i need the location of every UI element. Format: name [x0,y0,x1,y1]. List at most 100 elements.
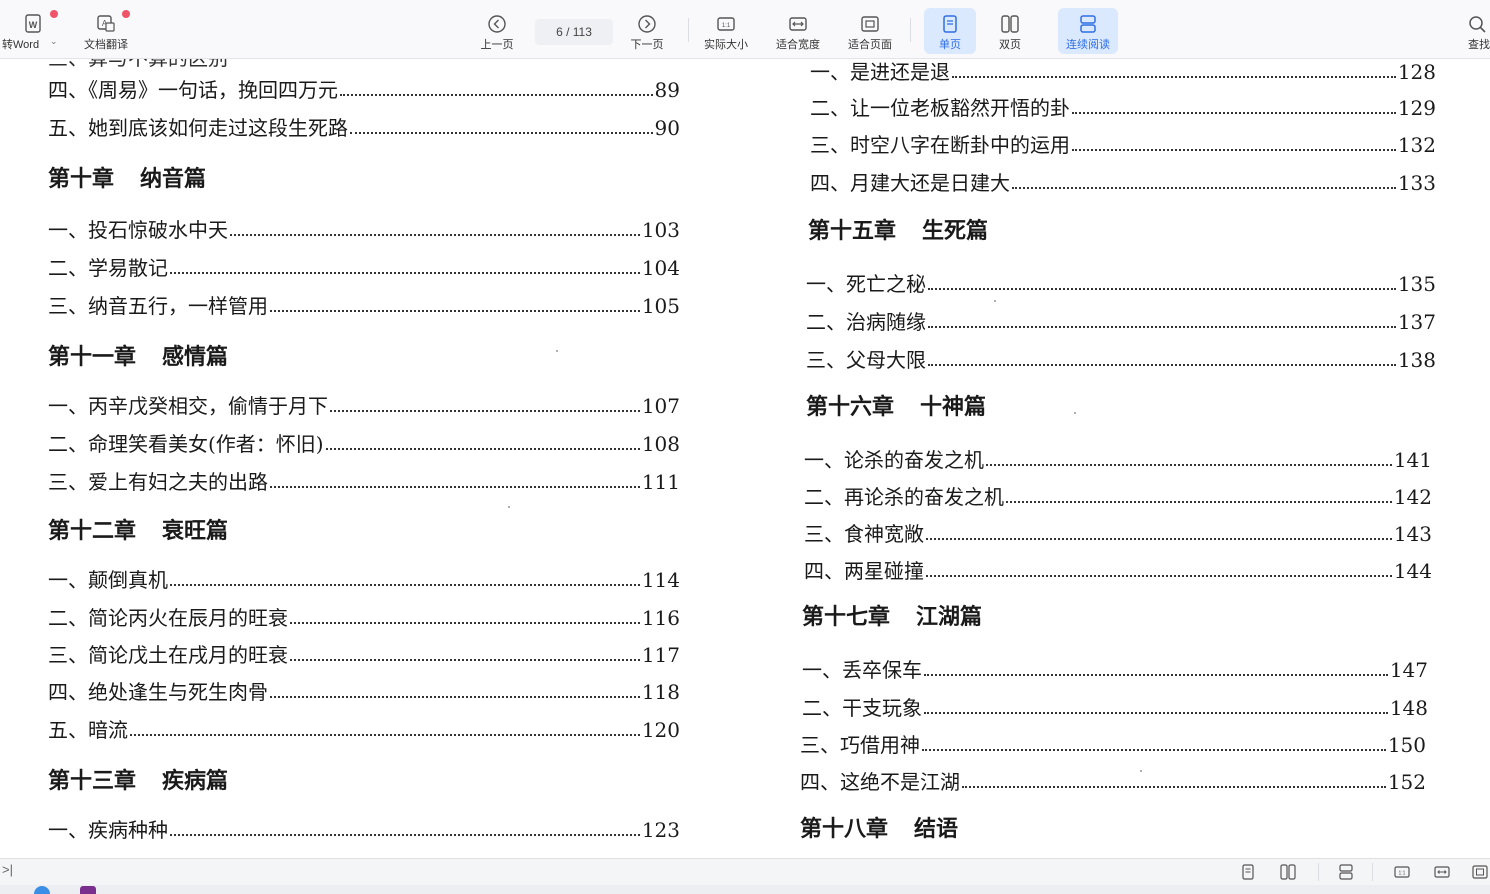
toc-entry[interactable]: 四、绝处逢生与死生肉骨 118 [48,680,680,704]
toc-entry[interactable]: 二、治病随缘 137 [806,310,1436,334]
toc-entry[interactable]: 一、丢卒保车 147 [802,658,1428,682]
toc-entry[interactable]: 三、父母大限 138 [806,348,1436,372]
continuous-reading-button[interactable]: 连续阅读 [1058,8,1118,54]
toc-entry[interactable]: 二、让一位老板豁然开悟的卦 129 [810,96,1436,120]
notification-dot [50,10,58,18]
toolbar-divider [910,18,911,42]
total-pages: / 113 [566,25,592,39]
chapter-heading[interactable]: 第十一章 感情篇 [48,344,228,372]
chapter-heading[interactable]: 第十六章 十神篇 [806,394,986,422]
toc-entry[interactable]: 三、纳音五行，一样管用 105 [48,294,680,318]
status-divider [1372,863,1373,881]
prev-page-label: 上一页 [480,39,514,51]
right-page: 一、是进还是退 128 二、让一位老板豁然开悟的卦 129 三、时空八字在断卦中… [770,58,1490,858]
toc-entry[interactable]: 一、丙辛戊癸相交，偷情于月下 107 [48,394,680,418]
single-page-button[interactable]: 单页 [924,8,976,54]
arrow-left-circle-icon [488,15,506,33]
chapter-heading[interactable]: 第十三章 疾病篇 [48,768,228,796]
svg-text:W: W [29,20,38,30]
continuous-reading-icon [1080,15,1096,33]
toc-entry[interactable]: 一、颠倒真机 114 [48,568,680,592]
scan-speck [556,350,558,352]
translate-icon: A [97,15,115,32]
fit-page-icon [861,16,879,32]
double-page-button[interactable]: 双页 [984,8,1036,54]
toolbar-divider [688,18,689,42]
scan-speck [994,300,996,302]
chapter-heading[interactable]: 第十二章 衰旺篇 [48,518,228,546]
toc-entry[interactable]: 三、简论戊土在戌月的旺衰 117 [48,643,680,667]
document-viewport[interactable]: 三、算与不算的区别 四、《周易》一句话，挽回四万元 89 五、她到底该如何走过这… [0,58,1490,858]
prev-page-button[interactable]: 上一页 [464,8,530,54]
search-button[interactable]: 查找 [1460,8,1490,54]
chapter-heading[interactable]: 第十七章 江湖篇 [802,604,982,632]
fit-page-icon[interactable] [1472,864,1488,880]
notification-dot [122,10,130,18]
toc-entry[interactable]: 二、干支玩象 148 [802,696,1428,720]
single-page-icon [943,15,957,33]
fit-page-label: 适合页面 [848,39,892,51]
toc-entry[interactable]: 一、投石惊破水中天 103 [48,218,680,242]
status-divider [1318,863,1319,881]
toc-entry[interactable]: 四、《周易》一句话，挽回四万元 89 [48,78,680,102]
chevron-down-icon[interactable]: ⌄ [50,36,58,47]
toc-entry[interactable]: 五、暗流 120 [48,718,680,742]
chapter-heading[interactable]: 第十八章 结语 [800,816,958,844]
chapter-heading[interactable]: 第十五章 生死篇 [808,218,988,246]
search-icon [1469,16,1486,33]
toc-entry[interactable]: 三、时空八字在断卦中的运用 132 [810,133,1436,157]
status-bar: >| 1:1 [0,858,1490,885]
search-label: 查找 [1468,39,1490,51]
svg-text:1:1: 1:1 [1399,871,1406,877]
toc-entry[interactable]: 一、论杀的奋发之机 141 [804,448,1432,472]
toc-entry[interactable]: 一、是进还是退 128 [810,60,1436,84]
os-taskbar-edge [0,884,1490,894]
actual-size-icon[interactable]: 1:1 [1394,864,1410,880]
fit-width-button[interactable]: 适合宽度 [765,8,831,54]
toc-entry[interactable]: 四、月建大还是日建大 133 [810,171,1436,195]
double-page-icon[interactable] [1280,864,1296,880]
scan-speck [1140,770,1142,772]
single-page-label: 单页 [939,39,961,51]
scan-speck [1074,412,1076,414]
toc-entry[interactable]: 一、疾病种种 123 [48,818,680,842]
fit-page-button[interactable]: 适合页面 [837,8,903,54]
next-page-label: 下一页 [630,39,664,51]
left-page: 三、算与不算的区别 四、《周易》一句话，挽回四万元 89 五、她到底该如何走过这… [0,58,740,858]
continuous-reading-label: 连续阅读 [1066,39,1110,51]
toc-entry[interactable]: 二、学易散记 104 [48,256,680,280]
chapter-heading[interactable]: 第十章 纳音篇 [48,166,206,194]
fit-width-label: 适合宽度 [776,39,820,51]
toc-entry[interactable]: 四、两星碰撞 144 [804,559,1432,583]
translate-label: 文档翻译 [84,39,128,51]
browser-icon[interactable] [34,886,50,894]
toc-entry[interactable]: 二、简论丙火在辰月的旺衰 116 [48,606,680,630]
toc-entry[interactable]: 二、命理笑看美女(作者：怀旧) 108 [48,432,680,456]
scan-speck [508,506,510,508]
single-page-icon[interactable] [1240,864,1256,880]
actual-size-icon: 1:1 [717,17,735,31]
next-page-button[interactable]: 下一页 [614,8,680,54]
double-page-icon [1001,15,1019,33]
page-number-field[interactable]: 6 / 113 [535,19,613,45]
expand-panel-icon[interactable]: >| [2,862,13,877]
double-page-label: 双页 [999,39,1021,51]
toc-entry[interactable]: 三、爱上有妇之夫的出路 111 [48,470,680,494]
continuous-reading-icon[interactable] [1338,864,1354,880]
toc-entry[interactable]: 二、再论杀的奋发之机 142 [804,485,1432,509]
word-icon: W [25,14,41,33]
toc-entry-partial[interactable]: 三、算与不算的区别 [48,58,248,70]
reader-toolbar: W 转Word ⌄ A 文档翻译 上一页 6 / 113 下一页 1:1 实际大… [0,0,1490,59]
arrow-right-circle-icon [638,15,656,33]
toc-entry[interactable]: 三、食神宽敞 143 [804,522,1432,546]
current-page[interactable]: 6 [556,25,563,39]
toc-entry[interactable]: 三、巧借用神 150 [800,733,1426,757]
toc-entry[interactable]: 四、这绝不是江湖 152 [800,770,1426,794]
fit-width-icon [789,17,807,31]
actual-size-button[interactable]: 1:1 实际大小 [693,8,759,54]
toc-entry[interactable]: 五、她到底该如何走过这段生死路 90 [48,116,680,140]
app-icon[interactable] [80,886,96,894]
fit-width-icon[interactable] [1434,864,1450,880]
toc-entry[interactable]: 一、死亡之秘 135 [806,272,1436,296]
svg-text:1:1: 1:1 [722,23,731,29]
